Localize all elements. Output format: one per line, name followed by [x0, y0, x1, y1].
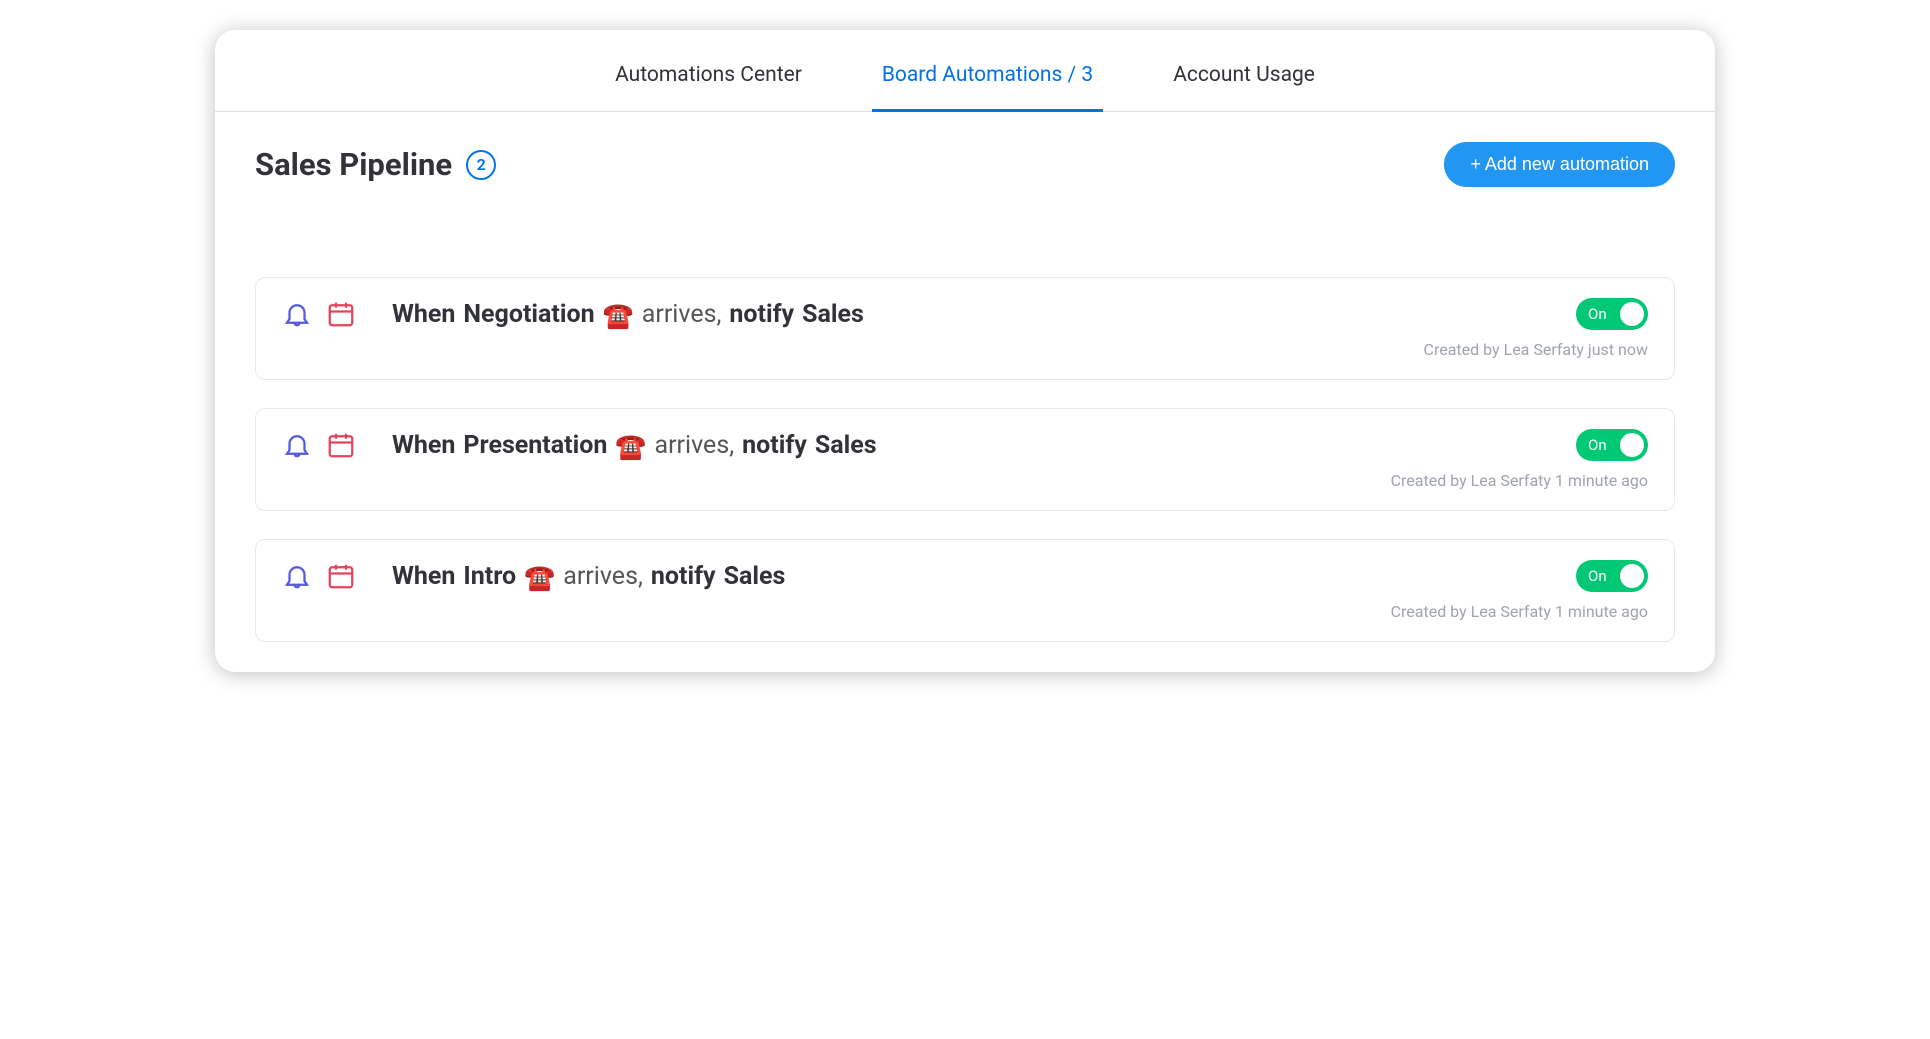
automation-sentence: When Intro ☎️ arrives, notify Sales [392, 562, 785, 591]
automation-card[interactable]: When Intro ☎️ arrives, notify Sales On C… [255, 539, 1675, 642]
automation-sentence: When Presentation ☎️ arrives, notify Sal… [392, 431, 877, 460]
phone-icon: ☎️ [615, 433, 646, 462]
tab-account-usage[interactable]: Account Usage [1163, 51, 1325, 112]
add-automation-button[interactable]: + Add new automation [1444, 142, 1675, 187]
card-icons [282, 430, 356, 460]
phone-icon: ☎️ [524, 564, 555, 593]
toggle-label: On [1588, 436, 1607, 454]
card-icons [282, 299, 356, 329]
phone-icon: ☎️ [603, 302, 634, 331]
enable-toggle[interactable]: On [1576, 429, 1648, 461]
card-meta: Created by Lea Serfaty 1 minute ago [1391, 471, 1648, 490]
when-label: When [392, 562, 455, 591]
notify-label: notify [729, 300, 794, 329]
card-left: When Intro ☎️ arrives, notify Sales [282, 561, 785, 591]
target-label: Sales [724, 562, 786, 591]
page-title: Sales Pipeline [255, 146, 452, 183]
card-meta: Created by Lea Serfaty 1 minute ago [1391, 602, 1648, 621]
card-row: When Presentation ☎️ arrives, notify Sal… [282, 429, 1648, 461]
automation-card[interactable]: When Negotiation ☎️ arrives, notify Sale… [255, 277, 1675, 380]
target-label: Sales [815, 431, 877, 460]
calendar-icon [326, 430, 356, 460]
toggle-knob [1620, 564, 1644, 588]
automations-window: Automations Center Board Automations / 3… [215, 30, 1715, 672]
card-meta: Created by Lea Serfaty just now [1424, 340, 1648, 359]
automation-card[interactable]: When Presentation ☎️ arrives, notify Sal… [255, 408, 1675, 511]
card-left: When Presentation ☎️ arrives, notify Sal… [282, 430, 877, 460]
stage-label: Presentation [463, 431, 607, 460]
card-left: When Negotiation ☎️ arrives, notify Sale… [282, 299, 864, 329]
tabs-bar: Automations Center Board Automations / 3… [215, 30, 1715, 112]
when-label: When [392, 300, 455, 329]
toggle-knob [1620, 302, 1644, 326]
enable-toggle[interactable]: On [1576, 560, 1648, 592]
calendar-icon [326, 561, 356, 591]
notify-label: notify [651, 562, 716, 591]
bell-icon [282, 299, 312, 329]
automation-sentence: When Negotiation ☎️ arrives, notify Sale… [392, 300, 864, 329]
tab-automations-center[interactable]: Automations Center [605, 51, 812, 112]
card-icons [282, 561, 356, 591]
toggle-label: On [1588, 567, 1607, 585]
page-header: Sales Pipeline 2 + Add new automation [215, 112, 1715, 217]
stage-label: Negotiation [463, 300, 594, 329]
bell-icon [282, 561, 312, 591]
tab-board-automations[interactable]: Board Automations / 3 [872, 51, 1103, 112]
target-label: Sales [802, 300, 864, 329]
title-group: Sales Pipeline 2 [255, 146, 496, 183]
arrives-label: arrives, [642, 300, 722, 329]
card-row: When Negotiation ☎️ arrives, notify Sale… [282, 298, 1648, 330]
toggle-label: On [1588, 305, 1607, 323]
enable-toggle[interactable]: On [1576, 298, 1648, 330]
notify-label: notify [742, 431, 807, 460]
automation-list: When Negotiation ☎️ arrives, notify Sale… [215, 217, 1715, 672]
toggle-knob [1620, 433, 1644, 457]
stage-label: Intro [463, 562, 516, 591]
when-label: When [392, 431, 455, 460]
arrives-label: arrives, [563, 562, 643, 591]
arrives-label: arrives, [654, 431, 734, 460]
card-row: When Intro ☎️ arrives, notify Sales On [282, 560, 1648, 592]
bell-icon [282, 430, 312, 460]
count-badge: 2 [466, 150, 496, 180]
calendar-icon [326, 299, 356, 329]
